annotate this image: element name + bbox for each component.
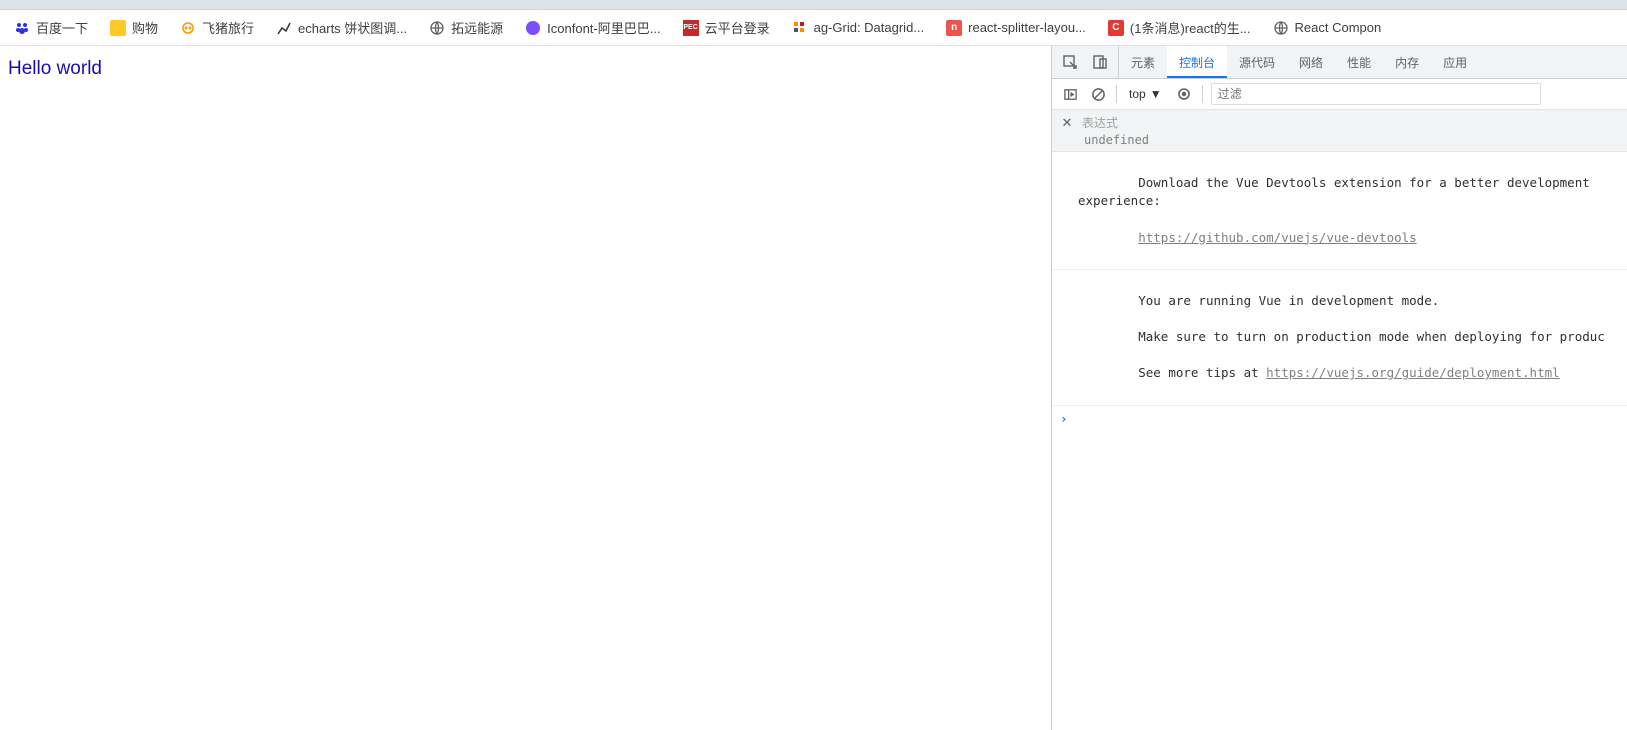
live-expression-row: ✕ 表达式 undefined xyxy=(1052,110,1627,152)
inspect-icon[interactable] xyxy=(1060,52,1080,72)
pec-icon: PEC xyxy=(683,20,699,36)
devtools-tabbar: 元素 控制台 源代码 网络 性能 内存 应用 xyxy=(1052,46,1627,79)
context-label: top xyxy=(1129,87,1146,101)
context-select[interactable]: top ▼ xyxy=(1125,85,1166,103)
bookmark-label: 百度一下 xyxy=(36,18,88,37)
console-link[interactable]: https://vuejs.org/guide/deployment.html xyxy=(1266,365,1560,380)
separator xyxy=(1116,85,1117,103)
page-viewport: Hello world xyxy=(0,46,1051,730)
iconfont-icon xyxy=(525,20,541,36)
bookmark-label: Iconfont-阿里巴巴... xyxy=(547,18,660,37)
tab-network[interactable]: 网络 xyxy=(1287,46,1335,78)
chart-icon xyxy=(276,20,292,36)
console-filter-input[interactable] xyxy=(1211,83,1541,105)
bookmark-label: react-splitter-layou... xyxy=(968,20,1086,35)
bookmarks-bar: 百度一下 购物 飞猪旅行 echarts 饼状图调... 拓远能源 Iconfo… xyxy=(0,10,1627,46)
bookmark-label: React Compon xyxy=(1295,20,1382,35)
console-messages: Download the Vue Devtools extension for … xyxy=(1052,152,1627,730)
bookmark-react-splitter[interactable]: n react-splitter-layou... xyxy=(942,16,1090,40)
bookmark-react-components[interactable]: React Compon xyxy=(1269,16,1386,40)
expression-value: undefined xyxy=(1060,133,1619,147)
tab-console[interactable]: 控制台 xyxy=(1167,46,1227,78)
chevron-right-icon: › xyxy=(1060,410,1068,428)
clear-console-icon[interactable] xyxy=(1088,84,1108,104)
devtools-panel: 元素 控制台 源代码 网络 性能 内存 应用 top ▼ xyxy=(1051,46,1627,730)
globe-icon xyxy=(429,20,445,36)
paw-icon xyxy=(14,20,30,36)
bookmark-label: (1条消息)react的生... xyxy=(1130,18,1251,37)
bookmark-echarts[interactable]: echarts 饼状图调... xyxy=(272,14,411,41)
tab-memory[interactable]: 内存 xyxy=(1383,46,1431,78)
bookmark-aggrid[interactable]: ag-Grid: Datagrid... xyxy=(788,16,929,40)
bookmark-label: 购物 xyxy=(132,18,158,37)
folder-icon xyxy=(110,20,126,36)
tab-sources[interactable]: 源代码 xyxy=(1227,46,1287,78)
console-link[interactable]: https://github.com/vuejs/vue-devtools xyxy=(1138,230,1416,245)
csdn-icon: C xyxy=(1108,20,1124,36)
live-expression-icon[interactable] xyxy=(1174,84,1194,104)
bookmark-label: 飞猪旅行 xyxy=(202,18,254,37)
bookmark-label: ag-Grid: Datagrid... xyxy=(814,20,925,35)
bookmark-label: 云平台登录 xyxy=(705,18,770,37)
bookmark-label: echarts 饼状图调... xyxy=(298,18,407,37)
console-message: You are running Vue in development mode.… xyxy=(1052,270,1627,406)
bookmark-label: 拓远能源 xyxy=(451,18,503,37)
console-sidebar-toggle-icon[interactable] xyxy=(1060,84,1080,104)
bookmark-csdn-react[interactable]: C (1条消息)react的生... xyxy=(1104,14,1255,41)
splitter-icon: n xyxy=(946,20,962,36)
separator xyxy=(1202,85,1203,103)
console-toolbar: top ▼ xyxy=(1052,79,1627,110)
tab-application[interactable]: 应用 xyxy=(1431,46,1479,78)
bookmark-tuoyuan[interactable]: 拓远能源 xyxy=(425,14,507,41)
message-text: Make sure to turn on production mode whe… xyxy=(1138,329,1605,344)
console-prompt[interactable]: › xyxy=(1052,406,1627,432)
expression-label[interactable]: 表达式 xyxy=(1082,114,1118,131)
bookmark-fliggy[interactable]: 飞猪旅行 xyxy=(176,14,258,41)
bookmark-cloud-login[interactable]: PEC 云平台登录 xyxy=(679,14,774,41)
chevron-down-icon: ▼ xyxy=(1150,87,1162,101)
console-message: Download the Vue Devtools extension for … xyxy=(1052,152,1627,270)
message-text: Download the Vue Devtools extension for … xyxy=(1078,175,1597,208)
message-text: See more tips at xyxy=(1138,365,1266,380)
browser-chrome-top xyxy=(0,0,1627,10)
tab-elements[interactable]: 元素 xyxy=(1119,46,1167,78)
bookmark-iconfont[interactable]: Iconfont-阿里巴巴... xyxy=(521,14,664,41)
bookmark-baidu[interactable]: 百度一下 xyxy=(10,14,92,41)
device-toggle-icon[interactable] xyxy=(1090,52,1110,72)
bookmark-shopping-folder[interactable]: 购物 xyxy=(106,14,162,41)
pig-icon xyxy=(180,20,196,36)
grid-icon xyxy=(792,20,808,36)
hello-world-text: Hello world xyxy=(8,58,1043,80)
close-icon[interactable]: ✕ xyxy=(1060,115,1074,131)
globe-icon xyxy=(1273,20,1289,36)
tab-performance[interactable]: 性能 xyxy=(1335,46,1383,78)
message-text: You are running Vue in development mode. xyxy=(1138,293,1439,308)
